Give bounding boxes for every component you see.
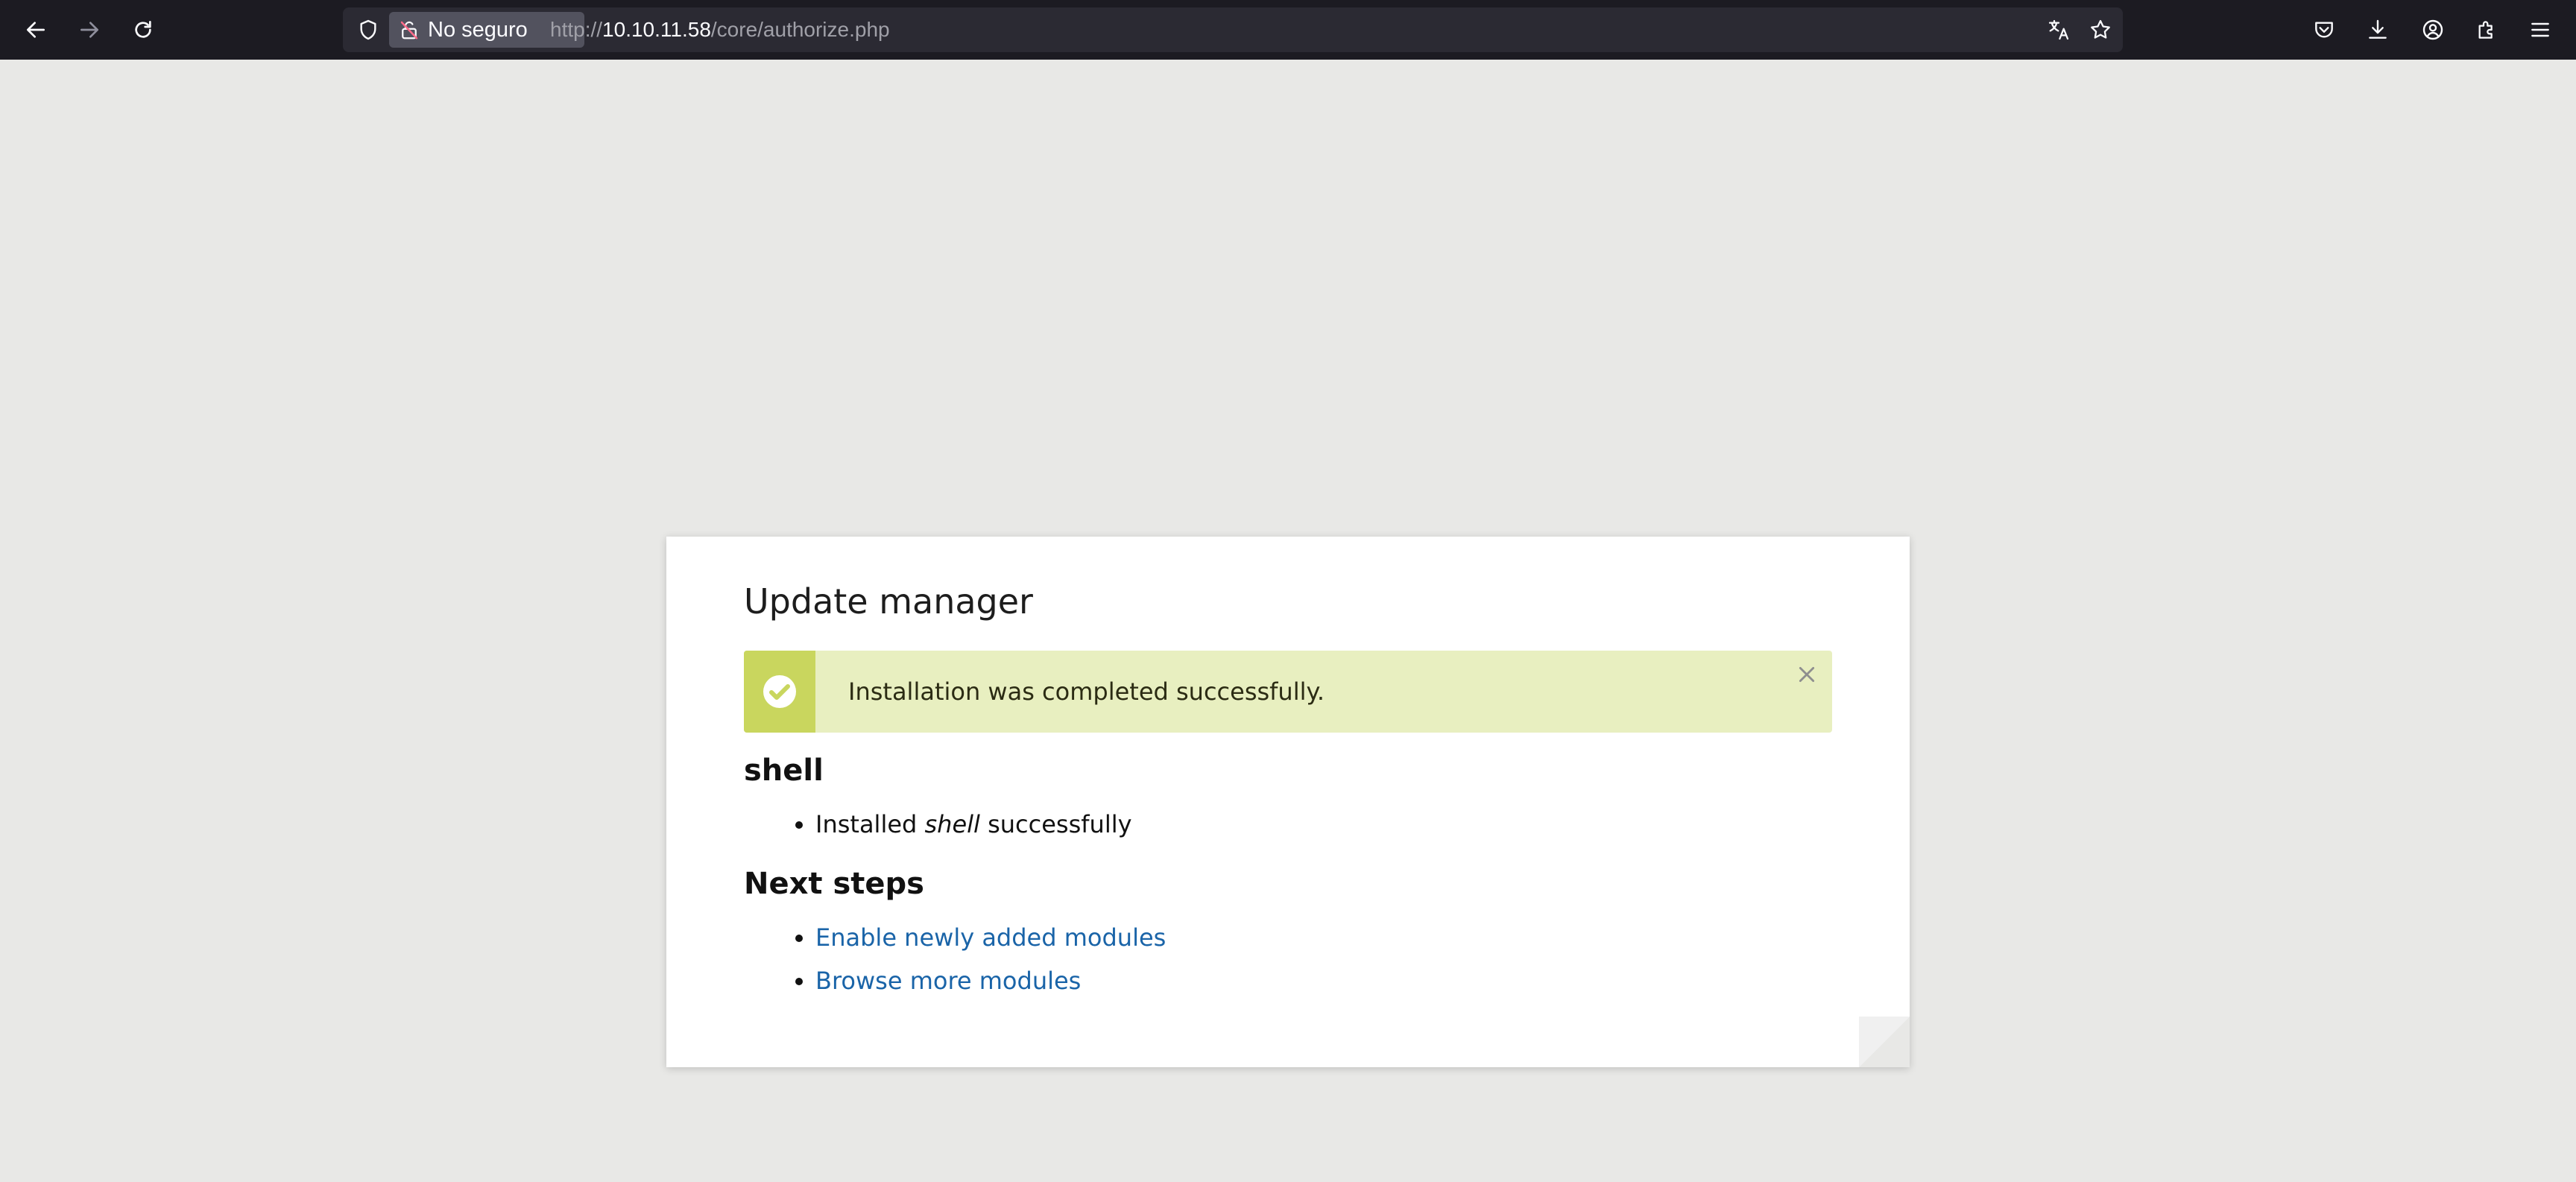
account-button[interactable] [2414,10,2452,49]
translate-button[interactable] [2044,15,2074,45]
reload-button[interactable] [124,10,162,49]
translate-icon [2048,19,2069,40]
browse-modules-link[interactable]: Browse more modules [815,967,1081,995]
not-secure-label: No seguro [428,17,528,42]
page-curl-decoration [1859,1017,1910,1067]
enable-modules-link[interactable]: Enable newly added modules [815,923,1166,952]
dismiss-message-button[interactable] [1792,660,1822,689]
url-prefix: http:// [550,18,603,41]
status-icon-box [744,651,815,733]
list-item: Browse more modules [815,959,1832,1002]
account-icon [2422,19,2443,40]
close-icon [1799,667,1815,683]
menu-icon [2531,22,2549,37]
url-bar[interactable]: No seguro http://10.10.11.58/core/author… [343,7,2123,52]
module-result-prefix: Installed [815,810,925,839]
shield-icon [360,19,376,40]
back-button[interactable] [16,10,55,49]
arrow-left-icon [27,22,45,38]
url-path: /core/authorize.php [710,18,890,41]
module-result-name: shell [924,810,980,839]
check-circle-icon [763,675,796,709]
module-heading: shell [744,753,824,788]
downloads-button[interactable] [2358,10,2397,49]
reload-icon [135,21,151,38]
page-title: Update manager [744,581,1033,622]
list-item: Enable newly added modules [815,916,1832,959]
tracking-protection-button[interactable] [353,15,383,45]
star-icon [2091,19,2110,39]
bookmark-button[interactable] [2086,15,2115,45]
update-manager-card: Update manager Installation was complete… [666,537,1910,1067]
url-host: 10.10.11.58 [602,18,711,41]
browser-toolbar: No seguro http://10.10.11.58/core/author… [0,0,2576,60]
url-text[interactable]: http://10.10.11.58/core/authorize.php [550,7,890,52]
download-icon [2369,19,2387,39]
forward-button[interactable] [70,10,109,49]
broken-lock-icon [400,21,418,39]
module-results-list: Installed shell successfully [744,803,1832,846]
pocket-button[interactable] [2305,10,2343,49]
extensions-icon [2478,21,2493,39]
pocket-icon [2315,22,2333,38]
extensions-button[interactable] [2467,10,2506,49]
arrow-right-icon [80,22,98,38]
next-steps-list: Enable newly added modules Browse more m… [744,916,1832,1002]
status-message-text: Installation was completed successfully. [848,677,1325,707]
app-menu-button[interactable] [2521,10,2560,49]
module-result-item: Installed shell successfully [815,803,1832,846]
module-result-suffix: successfully [979,810,1132,839]
status-message: Installation was completed successfully. [744,651,1832,733]
next-steps-heading: Next steps [744,867,924,902]
